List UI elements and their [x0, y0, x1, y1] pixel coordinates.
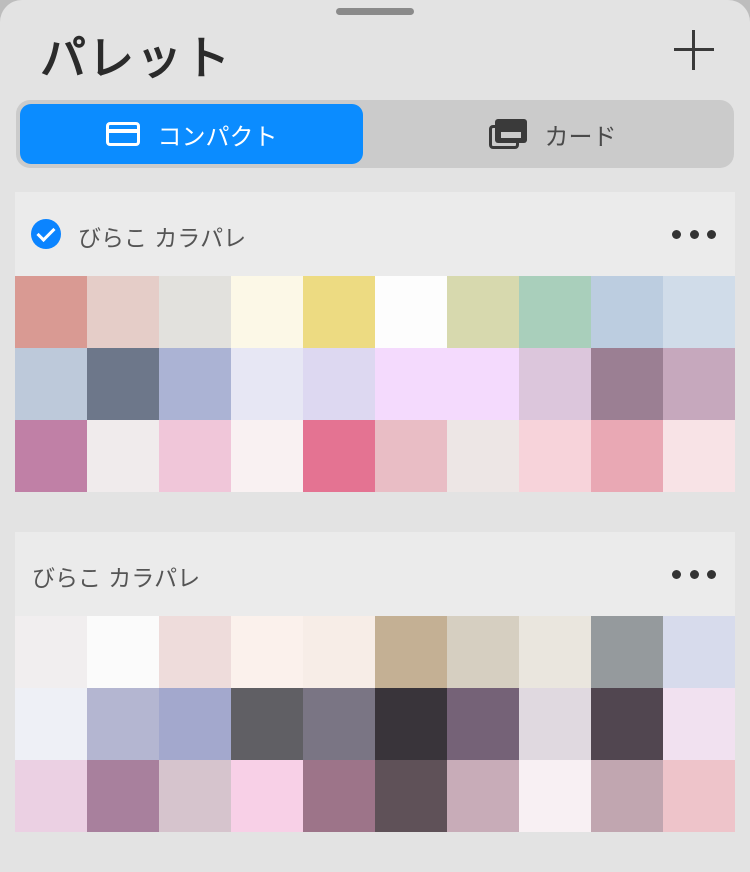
- color-swatch[interactable]: [303, 276, 375, 348]
- view-mode-segmented-control: コンパクト カード: [16, 100, 734, 168]
- palette-card[interactable]: びらこ カラパレ: [15, 192, 735, 492]
- color-swatch[interactable]: [87, 420, 159, 492]
- palette-name: びらこ カラパレ: [78, 226, 247, 252]
- color-swatch[interactable]: [87, 616, 159, 688]
- color-swatch[interactable]: [87, 688, 159, 760]
- color-swatch[interactable]: [519, 616, 591, 688]
- color-swatch[interactable]: [375, 420, 447, 492]
- more-options-icon[interactable]: [672, 228, 716, 240]
- compact-view-icon: [105, 122, 140, 146]
- color-swatch[interactable]: [663, 348, 735, 420]
- color-swatch[interactable]: [231, 688, 303, 760]
- color-swatch[interactable]: [159, 688, 231, 760]
- color-swatch[interactable]: [303, 688, 375, 760]
- color-swatch[interactable]: [591, 276, 663, 348]
- color-swatch[interactable]: [519, 420, 591, 492]
- tab-card-label: カード: [544, 122, 617, 151]
- palette-sheet: パレット コンパクト カード びらこ カラパレ びらこ カラパレ: [0, 0, 750, 872]
- color-swatch[interactable]: [159, 760, 231, 832]
- swatch-grid: [15, 276, 735, 492]
- color-swatch[interactable]: [159, 348, 231, 420]
- color-swatch[interactable]: [447, 420, 519, 492]
- color-swatch[interactable]: [447, 276, 519, 348]
- swatch-grid: [15, 616, 735, 832]
- page-title: パレット: [40, 31, 232, 85]
- color-swatch[interactable]: [447, 348, 519, 420]
- color-swatch[interactable]: [15, 760, 87, 832]
- color-swatch[interactable]: [519, 276, 591, 348]
- sheet-grabber[interactable]: [336, 8, 414, 15]
- color-swatch[interactable]: [591, 348, 663, 420]
- color-swatch[interactable]: [15, 420, 87, 492]
- color-swatch[interactable]: [519, 760, 591, 832]
- color-swatch[interactable]: [447, 616, 519, 688]
- color-swatch[interactable]: [303, 420, 375, 492]
- color-swatch[interactable]: [231, 276, 303, 348]
- palette-name: びらこ カラパレ: [32, 566, 201, 592]
- color-swatch[interactable]: [663, 760, 735, 832]
- tab-card[interactable]: カード: [375, 104, 730, 164]
- color-swatch[interactable]: [303, 616, 375, 688]
- color-swatch[interactable]: [159, 420, 231, 492]
- color-swatch[interactable]: [375, 688, 447, 760]
- color-swatch[interactable]: [15, 276, 87, 348]
- color-swatch[interactable]: [591, 688, 663, 760]
- color-swatch[interactable]: [663, 616, 735, 688]
- color-swatch[interactable]: [87, 348, 159, 420]
- palette-header: びらこ カラパレ: [15, 532, 735, 616]
- color-swatch[interactable]: [591, 616, 663, 688]
- color-swatch[interactable]: [87, 760, 159, 832]
- color-swatch[interactable]: [663, 276, 735, 348]
- color-swatch[interactable]: [447, 760, 519, 832]
- color-swatch[interactable]: [231, 760, 303, 832]
- palette-card[interactable]: びらこ カラパレ: [15, 532, 735, 832]
- color-swatch[interactable]: [375, 276, 447, 348]
- color-swatch[interactable]: [375, 348, 447, 420]
- color-swatch[interactable]: [87, 276, 159, 348]
- color-swatch[interactable]: [375, 760, 447, 832]
- color-swatch[interactable]: [15, 348, 87, 420]
- color-swatch[interactable]: [447, 688, 519, 760]
- checkmark-icon[interactable]: [31, 219, 61, 249]
- color-swatch[interactable]: [663, 420, 735, 492]
- color-swatch[interactable]: [519, 348, 591, 420]
- color-swatch[interactable]: [591, 420, 663, 492]
- tab-compact-label: コンパクト: [157, 122, 278, 151]
- color-swatch[interactable]: [15, 688, 87, 760]
- color-swatch[interactable]: [159, 276, 231, 348]
- color-swatch[interactable]: [159, 616, 231, 688]
- color-swatch[interactable]: [231, 616, 303, 688]
- color-swatch[interactable]: [303, 760, 375, 832]
- color-swatch[interactable]: [375, 616, 447, 688]
- color-swatch[interactable]: [231, 420, 303, 492]
- card-view-icon: [488, 119, 527, 149]
- color-swatch[interactable]: [15, 616, 87, 688]
- tab-compact[interactable]: コンパクト: [20, 104, 363, 164]
- color-swatch[interactable]: [303, 348, 375, 420]
- color-swatch[interactable]: [231, 348, 303, 420]
- color-swatch[interactable]: [663, 688, 735, 760]
- more-options-icon[interactable]: [672, 568, 716, 580]
- color-swatch[interactable]: [591, 760, 663, 832]
- plus-icon[interactable]: [674, 30, 714, 70]
- palette-header: びらこ カラパレ: [15, 192, 735, 276]
- color-swatch[interactable]: [519, 688, 591, 760]
